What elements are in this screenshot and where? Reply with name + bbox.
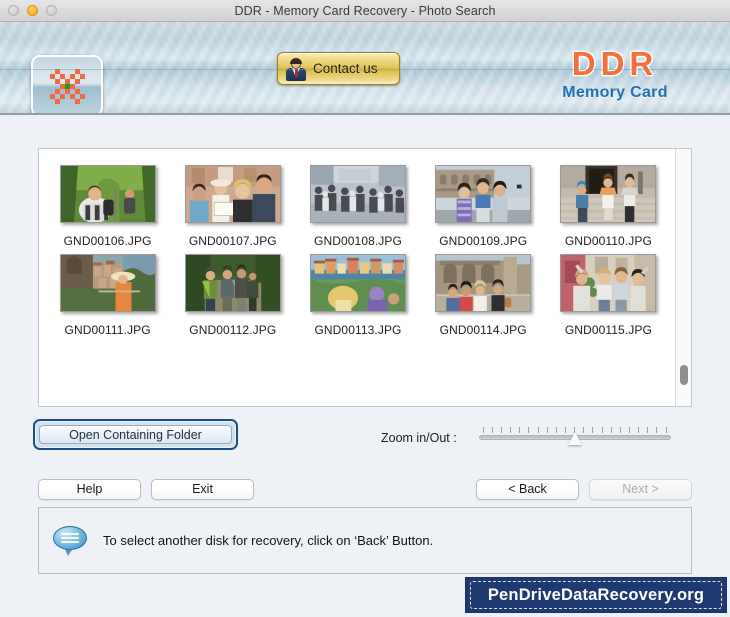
status-message-box: To select another disk for recovery, cli…: [38, 507, 692, 574]
zoom-slider-tick: [510, 427, 512, 433]
photo-grid: GND00106.JPG GND00107.JPG GND00108.JPG G…: [39, 159, 675, 337]
zoom-slider-tick: [528, 427, 530, 433]
zoom-slider-tick: [501, 427, 503, 433]
zoom-slider-tick: [638, 427, 640, 433]
photo-thumbnail-image[interactable]: [560, 254, 657, 312]
exit-button[interactable]: Exit: [151, 479, 254, 500]
photo-filename-label: GND00109.JPG: [439, 234, 528, 248]
brand-subtitle: Memory Card: [562, 84, 668, 101]
title-bar: DDR - Memory Card Recovery - Photo Searc…: [0, 0, 730, 22]
watermark-badge: PenDriveDataRecovery.org: [465, 577, 727, 613]
photo-filename-label: GND00111.JPG: [64, 323, 151, 337]
window-title: DDR - Memory Card Recovery - Photo Searc…: [234, 3, 496, 18]
main-content: GND00106.JPG GND00107.JPG GND00108.JPG G…: [0, 115, 730, 615]
zoom-slider-tick: [619, 427, 621, 433]
photo-thumbnail-item[interactable]: GND00110.JPG: [546, 165, 671, 248]
photo-thumbnail-image[interactable]: [435, 254, 532, 312]
zoom-slider-thumb[interactable]: [567, 432, 582, 445]
status-message-text: To select another disk for recovery, cli…: [103, 533, 434, 548]
photo-thumbnail-image[interactable]: [59, 165, 156, 223]
zoom-slider-tick: [555, 427, 557, 433]
photo-thumbnail-item[interactable]: GND00107.JPG: [170, 165, 295, 248]
zoom-slider-tick: [537, 427, 539, 433]
zoom-label: Zoom in/Out :: [381, 431, 457, 445]
photo-thumbnail-image[interactable]: [435, 165, 532, 223]
brand-logo: DDR Memory Card: [530, 46, 700, 104]
zoom-slider-tick: [628, 427, 630, 433]
photo-filename-label: GND00112.JPG: [189, 323, 277, 337]
zoom-slider-tick: [601, 427, 603, 433]
photo-filename-label: GND00113.JPG: [314, 323, 402, 337]
brand-title: DDR: [571, 45, 659, 82]
zoom-slider-tick: [491, 427, 493, 433]
zoom-control-row: Zoom in/Out :: [381, 427, 671, 449]
person-in-suit-icon: [285, 57, 307, 81]
photo-filename-label: GND00106.JPG: [63, 234, 152, 248]
photo-thumbnail-image[interactable]: [184, 165, 281, 223]
zoom-slider[interactable]: [478, 427, 671, 449]
zoom-slider-tick: [519, 427, 521, 433]
photo-filename-label: GND00114.JPG: [439, 323, 527, 337]
close-button-icon[interactable]: [8, 5, 19, 16]
zoom-slider-tick: [592, 427, 594, 433]
photo-thumbnail-image[interactable]: [560, 165, 657, 223]
minimize-button-icon[interactable]: [27, 5, 38, 16]
zoom-slider-tick: [565, 427, 566, 433]
photo-thumbnail-item[interactable]: GND00111.JPG: [45, 254, 170, 337]
zoom-slider-tick: [647, 427, 649, 433]
back-button[interactable]: < Back: [476, 479, 579, 500]
photo-thumbnail-item[interactable]: GND00109.JPG: [421, 165, 546, 248]
photo-thumbnail-item[interactable]: GND00108.JPG: [295, 165, 420, 248]
photo-filename-label: GND00108.JPG: [314, 234, 402, 248]
zoom-slider-tick: [656, 427, 658, 433]
zoom-slider-tick: [610, 427, 612, 433]
contact-us-button[interactable]: Contact us: [277, 52, 400, 85]
window-traffic-lights: [8, 0, 57, 21]
photo-panel-scrollbar[interactable]: [675, 149, 691, 406]
watermark-text: PenDriveDataRecovery.org: [487, 585, 705, 604]
photo-scroll-viewport: GND00106.JPG GND00107.JPG GND00108.JPG G…: [39, 149, 675, 406]
zoom-slider-tick: [665, 427, 667, 433]
photo-thumbnail-item[interactable]: GND00114.JPG: [421, 254, 546, 337]
open-containing-folder-focus-ring: Open Containing Folder: [33, 419, 238, 450]
app-header-banner: Contact us DDR Memory Card: [0, 22, 730, 115]
photo-filename-label: GND00107.JPG: [188, 234, 277, 248]
photo-thumbnail-image[interactable]: [59, 254, 156, 312]
zoom-button-icon[interactable]: [46, 5, 57, 16]
zoom-slider-tick: [583, 427, 585, 433]
help-button[interactable]: Help: [38, 479, 141, 500]
scrollbar-thumb[interactable]: [680, 365, 688, 385]
checkerboard-flower-icon: [47, 66, 87, 106]
next-button: Next >: [589, 479, 692, 500]
zoom-slider-tick: [546, 427, 548, 433]
photo-filename-label: GND00110.JPG: [564, 234, 652, 248]
app-logo-icon: [31, 55, 103, 113]
photo-thumbnail-image[interactable]: [309, 165, 406, 223]
contact-us-label: Contact us: [313, 61, 378, 76]
photo-filename-label: GND00115.JPG: [564, 323, 652, 337]
open-containing-folder-button[interactable]: Open Containing Folder: [39, 425, 232, 444]
photo-thumbnail-item[interactable]: GND00115.JPG: [546, 254, 671, 337]
application-window: DDR - Memory Card Recovery - Photo Searc…: [0, 0, 730, 617]
speech-bubble-icon: [53, 526, 87, 556]
photo-thumbnail-item[interactable]: GND00106.JPG: [45, 165, 170, 248]
zoom-slider-tick: [482, 427, 484, 433]
photo-thumbnail-item[interactable]: GND00112.JPG: [170, 254, 295, 337]
photo-thumbnail-image[interactable]: [309, 254, 406, 312]
photo-thumbnail-image[interactable]: [184, 254, 281, 312]
photo-results-panel: GND00106.JPG GND00107.JPG GND00108.JPG G…: [38, 148, 692, 407]
photo-thumbnail-item[interactable]: GND00113.JPG: [295, 254, 420, 337]
